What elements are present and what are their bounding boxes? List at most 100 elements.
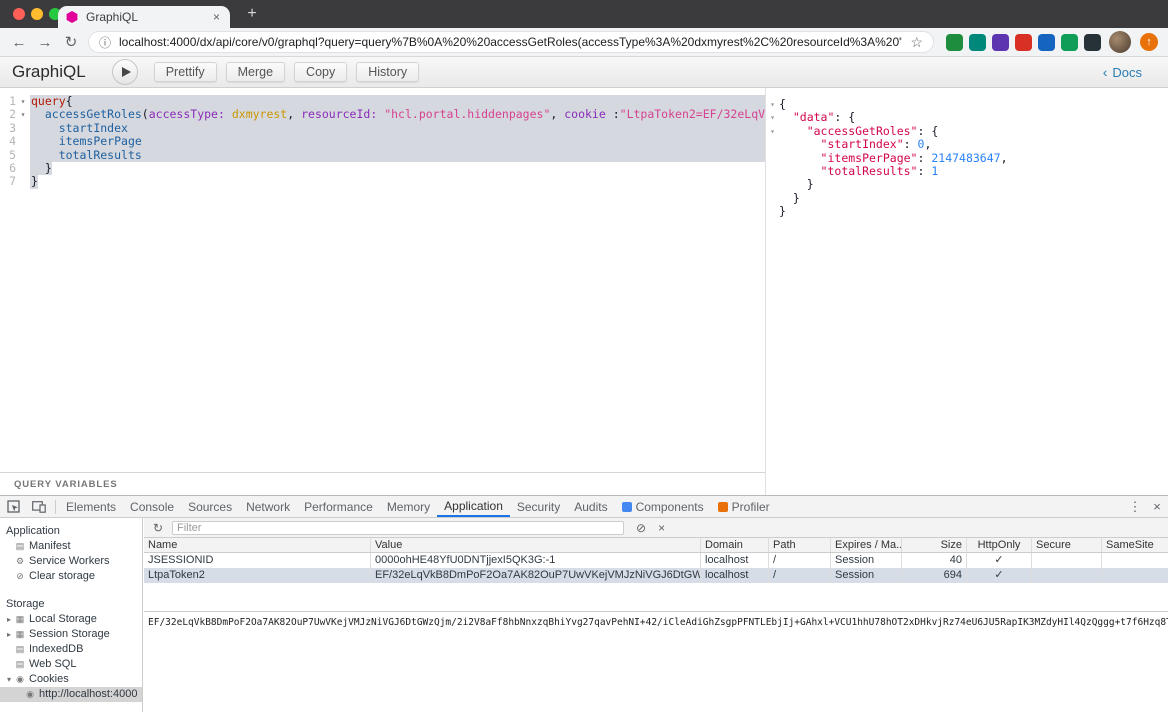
sidebar-item-web-sql[interactable]: ▤Web SQL — [0, 657, 142, 672]
devtools-tab-console[interactable]: Console — [123, 496, 181, 517]
devtools-panel: ElementsConsoleSourcesNetworkPerformance… — [0, 495, 1168, 712]
cookie-row-jsessionid[interactable]: JSESSIONID0000ohHE48YfU0DNTjjexI5QK3G:-1… — [144, 553, 1168, 568]
extension-icon-6[interactable] — [1061, 34, 1078, 51]
line-number: 4 — [0, 135, 16, 148]
url-bar[interactable]: ⓘ localhost:4000/dx/api/core/v0/graphql?… — [88, 31, 934, 53]
column-header-samesite[interactable]: SameSite — [1102, 538, 1168, 552]
tree-arrow-icon[interactable]: ▸ — [4, 627, 14, 642]
extension-icon-7[interactable] — [1084, 34, 1101, 51]
history-button[interactable]: History — [356, 62, 419, 82]
prettify-button[interactable]: Prettify — [154, 62, 217, 82]
query-line-7[interactable]: 7} — [0, 175, 765, 188]
devtools-tab-security[interactable]: Security — [510, 496, 567, 517]
column-header-httponly[interactable]: HttpOnly — [967, 538, 1032, 552]
cookie-cell-samesite — [1102, 553, 1168, 568]
merge-button[interactable]: Merge — [226, 62, 285, 82]
sidebar-item-local-storage[interactable]: ▸▦Local Storage — [0, 612, 142, 627]
query-line-2[interactable]: 2▾ accessGetRoles(accessType: dxmyrest, … — [0, 108, 765, 121]
cookies-toolbar: ↻ ⊘ × — [144, 518, 1168, 538]
cookie-cell-samesite — [1102, 568, 1168, 583]
minimize-window-button[interactable] — [31, 8, 43, 20]
query-line-3[interactable]: 3 startIndex — [0, 122, 765, 135]
query-code: itemsPerPage — [30, 135, 765, 148]
browser-menu-update-icon[interactable]: ↑ — [1140, 33, 1158, 51]
back-icon[interactable]: ← — [6, 34, 32, 51]
delete-selected-icon[interactable]: × — [658, 521, 665, 535]
sidebar-item-http-localhost-4000[interactable]: ◉http://localhost:4000 — [0, 687, 142, 702]
query-editor[interactable]: 1▾query{2▾ accessGetRoles(accessType: dx… — [0, 88, 765, 472]
new-tab-button[interactable]: + — [240, 3, 264, 25]
cookie-filter-input[interactable] — [172, 521, 624, 535]
devtools-tab-components[interactable]: Components — [615, 496, 711, 517]
execute-query-button[interactable] — [112, 59, 138, 85]
extension-icon-5[interactable] — [1038, 34, 1055, 51]
query-line-6[interactable]: 6 } — [0, 162, 765, 175]
devtools-tab-memory[interactable]: Memory — [380, 496, 437, 517]
inspect-element-icon[interactable] — [0, 496, 26, 517]
sidebar-item-cookies[interactable]: ▾◉Cookies — [0, 672, 142, 687]
devtools-tab-sources[interactable]: Sources — [181, 496, 239, 517]
sidebar-item-service-workers[interactable]: ⚙Service Workers — [0, 554, 142, 569]
query-line-1[interactable]: 1▾query{ — [0, 95, 765, 108]
column-header-secure[interactable]: Secure — [1032, 538, 1102, 552]
line-number: 2 — [0, 108, 16, 121]
cookie-table-rows: JSESSIONID0000ohHE48YfU0DNTjjexI5QK3G:-1… — [144, 553, 1168, 583]
result-viewer[interactable]: ▾{▾ "data": {▾ "accessGetRoles": { "star… — [766, 88, 1168, 495]
fold-arrow-icon[interactable]: ▾ — [16, 95, 30, 108]
result-line-4: "startIndex": 0, — [766, 138, 1168, 151]
fold-arrow-icon[interactable]: ▾ — [766, 98, 779, 111]
devtools-tab-application[interactable]: Application — [437, 496, 510, 517]
extension-icon-1[interactable] — [946, 34, 963, 51]
browser-tab[interactable]: GraphiQL × — [58, 6, 230, 28]
clear-all-cookies-icon[interactable]: ⊘ — [636, 521, 646, 535]
db-icon: ▤ — [14, 657, 26, 672]
fold-arrow-icon[interactable]: ▾ — [766, 111, 779, 124]
extension-icon-2[interactable] — [969, 34, 986, 51]
url-text: localhost:4000/dx/api/core/v0/graphql?qu… — [119, 35, 902, 49]
tree-arrow-icon[interactable]: ▾ — [4, 672, 14, 687]
device-toolbar-icon[interactable] — [26, 496, 52, 517]
devtools-close-icon[interactable]: × — [1146, 499, 1168, 514]
result-code: "data": { — [779, 111, 1168, 124]
column-header-domain[interactable]: Domain — [701, 538, 769, 552]
devtools-tab-network[interactable]: Network — [239, 496, 297, 517]
profile-avatar[interactable] — [1109, 31, 1131, 53]
extension-icon-4[interactable] — [1015, 34, 1032, 51]
reload-icon[interactable]: ↻ — [58, 33, 84, 51]
devtools-tab-elements[interactable]: Elements — [59, 496, 123, 517]
column-header-size[interactable]: Size — [902, 538, 967, 552]
storage-icon: ▦ — [14, 627, 26, 642]
cookie-row-ltpatoken2[interactable]: LtpaToken2EF/32eLqVkB8DmPoF2Oa7AK82OuP7U… — [144, 568, 1168, 583]
cookie-cell-expires: Session — [831, 568, 902, 583]
devtools-menu-icon[interactable]: ⋮ — [1124, 499, 1146, 515]
query-variables-bar[interactable]: QUERY VARIABLES — [0, 472, 765, 495]
tree-arrow-icon[interactable]: ▸ — [4, 612, 14, 627]
sidebar-item-indexeddb[interactable]: ▤IndexedDB — [0, 642, 142, 657]
column-header-name[interactable]: Name — [144, 538, 371, 552]
forward-icon[interactable]: → — [32, 34, 58, 51]
devtools-tab-performance[interactable]: Performance — [297, 496, 380, 517]
fold-arrow-icon[interactable]: ▾ — [766, 125, 779, 138]
sidebar-item-session-storage[interactable]: ▸▦Session Storage — [0, 627, 142, 642]
sidebar-item-manifest[interactable]: ▤Manifest — [0, 539, 142, 554]
column-header-path[interactable]: Path — [769, 538, 831, 552]
column-header-value[interactable]: Value — [371, 538, 701, 552]
refresh-icon[interactable]: ↻ — [148, 521, 168, 535]
close-window-button[interactable] — [13, 8, 25, 20]
cookie-icon: ◉ — [14, 672, 26, 687]
query-line-4[interactable]: 4 itemsPerPage — [0, 135, 765, 148]
bookmark-star-icon[interactable]: ☆ — [910, 34, 923, 51]
site-info-icon[interactable]: ⓘ — [99, 34, 111, 51]
devtools-tab-profiler[interactable]: Profiler — [711, 496, 777, 517]
copy-button[interactable]: Copy — [294, 62, 347, 82]
devtools-tab-audits[interactable]: Audits — [567, 496, 614, 517]
sidebar-item-label: IndexedDB — [29, 642, 83, 657]
fold-arrow-icon[interactable]: ▾ — [16, 108, 30, 121]
docs-toggle[interactable]: ‹ Docs — [1103, 64, 1142, 80]
query-line-5[interactable]: 5 totalResults — [0, 149, 765, 162]
column-header-expires-ma-[interactable]: Expires / Ma... — [831, 538, 902, 552]
extension-icon-3[interactable] — [992, 34, 1009, 51]
sidebar-item-clear-storage[interactable]: ⊘Clear storage — [0, 569, 142, 584]
tab-close-icon[interactable]: × — [211, 10, 222, 24]
fold-arrow-icon — [16, 162, 30, 175]
